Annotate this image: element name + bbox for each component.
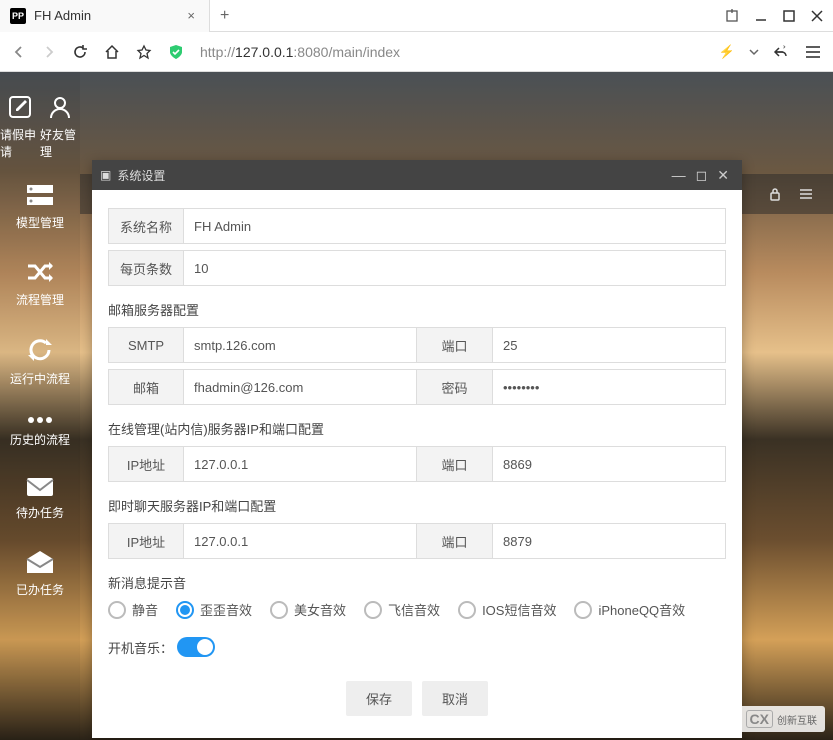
pagesize-input[interactable] [183,250,726,286]
smtp-label: SMTP [108,327,183,363]
main-area: 请假申请 好友管理 模型管理 流程管理 运行中流程 历史的流程 待办任务 [0,72,833,740]
undo-dropdown-icon[interactable] [773,45,791,59]
envelope-icon [25,476,55,498]
pwd-label: 密码 [417,369,492,405]
chat-port-label: 端口 [417,523,492,559]
url-path: :8080/main/index [293,44,400,60]
dialog-maximize-icon[interactable]: ◻ [691,167,713,184]
watermark-logo: CX [746,710,773,728]
cancel-button[interactable]: 取消 [422,681,488,716]
sidebar-label: 已办任务 [16,581,64,598]
sidebar-item-done[interactable]: 已办任务 [0,537,80,614]
sidebar: 请假申请 好友管理 模型管理 流程管理 运行中流程 历史的流程 待办任务 [0,72,80,740]
window-maximize-icon[interactable] [783,10,795,22]
menu-button[interactable] [805,45,821,59]
sysname-label: 系统名称 [108,208,183,244]
sidebar-item-friends[interactable]: 好友管理 [40,82,80,170]
online-port-input[interactable] [492,446,726,482]
dialog-title: 系统设置 [117,167,165,184]
sidebar-item-running[interactable]: 运行中流程 [0,324,80,403]
shuffle-icon [25,259,55,285]
radio-iphoneqq[interactable]: iPhoneQQ音效 [574,600,685,619]
envelope-open-icon [25,549,55,575]
section-online-title: 在线管理(站内信)服务器IP和端口配置 [108,419,726,438]
sidebar-item-history[interactable]: 历史的流程 [0,403,80,464]
smtp-input[interactable] [183,327,417,363]
tab-favicon: PP [10,8,26,24]
url-host: 127.0.0.1 [235,44,293,60]
radio-ios[interactable]: IOS短信音效 [458,600,556,619]
dialog-titlebar[interactable]: ▣ 系统设置 — ◻ ✕ [92,160,742,190]
home-button[interactable] [104,44,120,60]
new-tab-button[interactable]: + [210,7,239,25]
server-icon [25,182,55,208]
watermark: CX 创新互联 [738,706,825,732]
radio-yy[interactable]: 歪歪音效 [176,600,252,619]
mail-port-label: 端口 [417,327,492,363]
radio-mute[interactable]: 静音 [108,600,158,619]
online-port-label: 端口 [417,446,492,482]
window-pin-icon[interactable] [725,9,739,23]
sysname-input[interactable] [183,208,726,244]
chat-port-input[interactable] [492,523,726,559]
lock-icon[interactable] [769,187,781,201]
url-prefix: http:// [200,44,235,60]
email-label: 邮箱 [108,369,183,405]
sidebar-label: 流程管理 [16,291,64,308]
address-bar: http://127.0.0.1:8080/main/index ⚡ [0,32,833,72]
url-field[interactable]: http://127.0.0.1:8080/main/index [200,44,703,60]
window-minimize-icon[interactable] [755,10,767,22]
user-icon [47,94,73,120]
sidebar-label: 请假申请 [0,126,40,160]
email-input[interactable] [183,369,417,405]
mail-port-input[interactable] [492,327,726,363]
window-icon: ▣ [100,168,111,182]
radio-fetion[interactable]: 飞信音效 [364,600,440,619]
section-chat-title: 即时聊天服务器IP和端口配置 [108,496,726,515]
window-close-icon[interactable] [811,10,823,22]
sidebar-label: 好友管理 [40,126,80,160]
chevron-down-icon[interactable] [749,47,759,57]
section-sound-title: 新消息提示音 [108,573,726,592]
back-button[interactable] [12,45,26,59]
sidebar-item-process[interactable]: 流程管理 [0,247,80,324]
edit-icon [7,94,33,120]
radio-beauty[interactable]: 美女音效 [270,600,346,619]
watermark-text: 创新互联 [777,712,817,727]
dialog-close-icon[interactable]: ✕ [712,167,734,184]
sidebar-label: 历史的流程 [10,431,70,448]
boot-music-label: 开机音乐： [108,638,173,657]
refresh-icon [26,336,54,364]
pwd-input[interactable] [492,369,726,405]
tab-title: FH Admin [34,8,183,23]
sidebar-item-leave[interactable]: 请假申请 [0,82,40,170]
tab-close-icon[interactable]: × [183,8,199,23]
sidebar-label: 运行中流程 [10,370,70,387]
shield-icon [168,44,184,60]
fast-mode-icon[interactable]: ⚡ [719,44,735,60]
section-mail-title: 邮箱服务器配置 [108,300,726,319]
sidebar-label: 待办任务 [16,504,64,521]
topbar-menu-icon[interactable] [799,188,813,200]
online-ip-input[interactable] [183,446,417,482]
forward-button[interactable] [42,45,56,59]
dots-icon [26,415,54,425]
sidebar-label: 模型管理 [16,214,64,231]
chat-ip-input[interactable] [183,523,417,559]
favorite-button[interactable] [136,44,152,60]
sidebar-item-todo[interactable]: 待办任务 [0,464,80,537]
settings-dialog: ▣ 系统设置 — ◻ ✕ 系统名称 每页条数 邮箱服务器配置 SMTP 端口 [92,160,742,738]
boot-music-toggle[interactable] [177,637,215,657]
online-ip-label: IP地址 [108,446,183,482]
pagesize-label: 每页条数 [108,250,183,286]
dialog-body: 系统名称 每页条数 邮箱服务器配置 SMTP 端口 邮箱 密码 在线管理(站内信… [92,190,742,738]
sound-radio-group: 静音 歪歪音效 美女音效 飞信音效 IOS短信音效 iPhoneQQ音效 [108,600,726,619]
browser-titlebar: PP FH Admin × + [0,0,833,32]
save-button[interactable]: 保存 [346,681,412,716]
browser-tab[interactable]: PP FH Admin × [0,0,210,32]
chat-ip-label: IP地址 [108,523,183,559]
refresh-button[interactable] [72,44,88,60]
dialog-minimize-icon[interactable]: — [667,167,691,183]
sidebar-item-model[interactable]: 模型管理 [0,170,80,247]
